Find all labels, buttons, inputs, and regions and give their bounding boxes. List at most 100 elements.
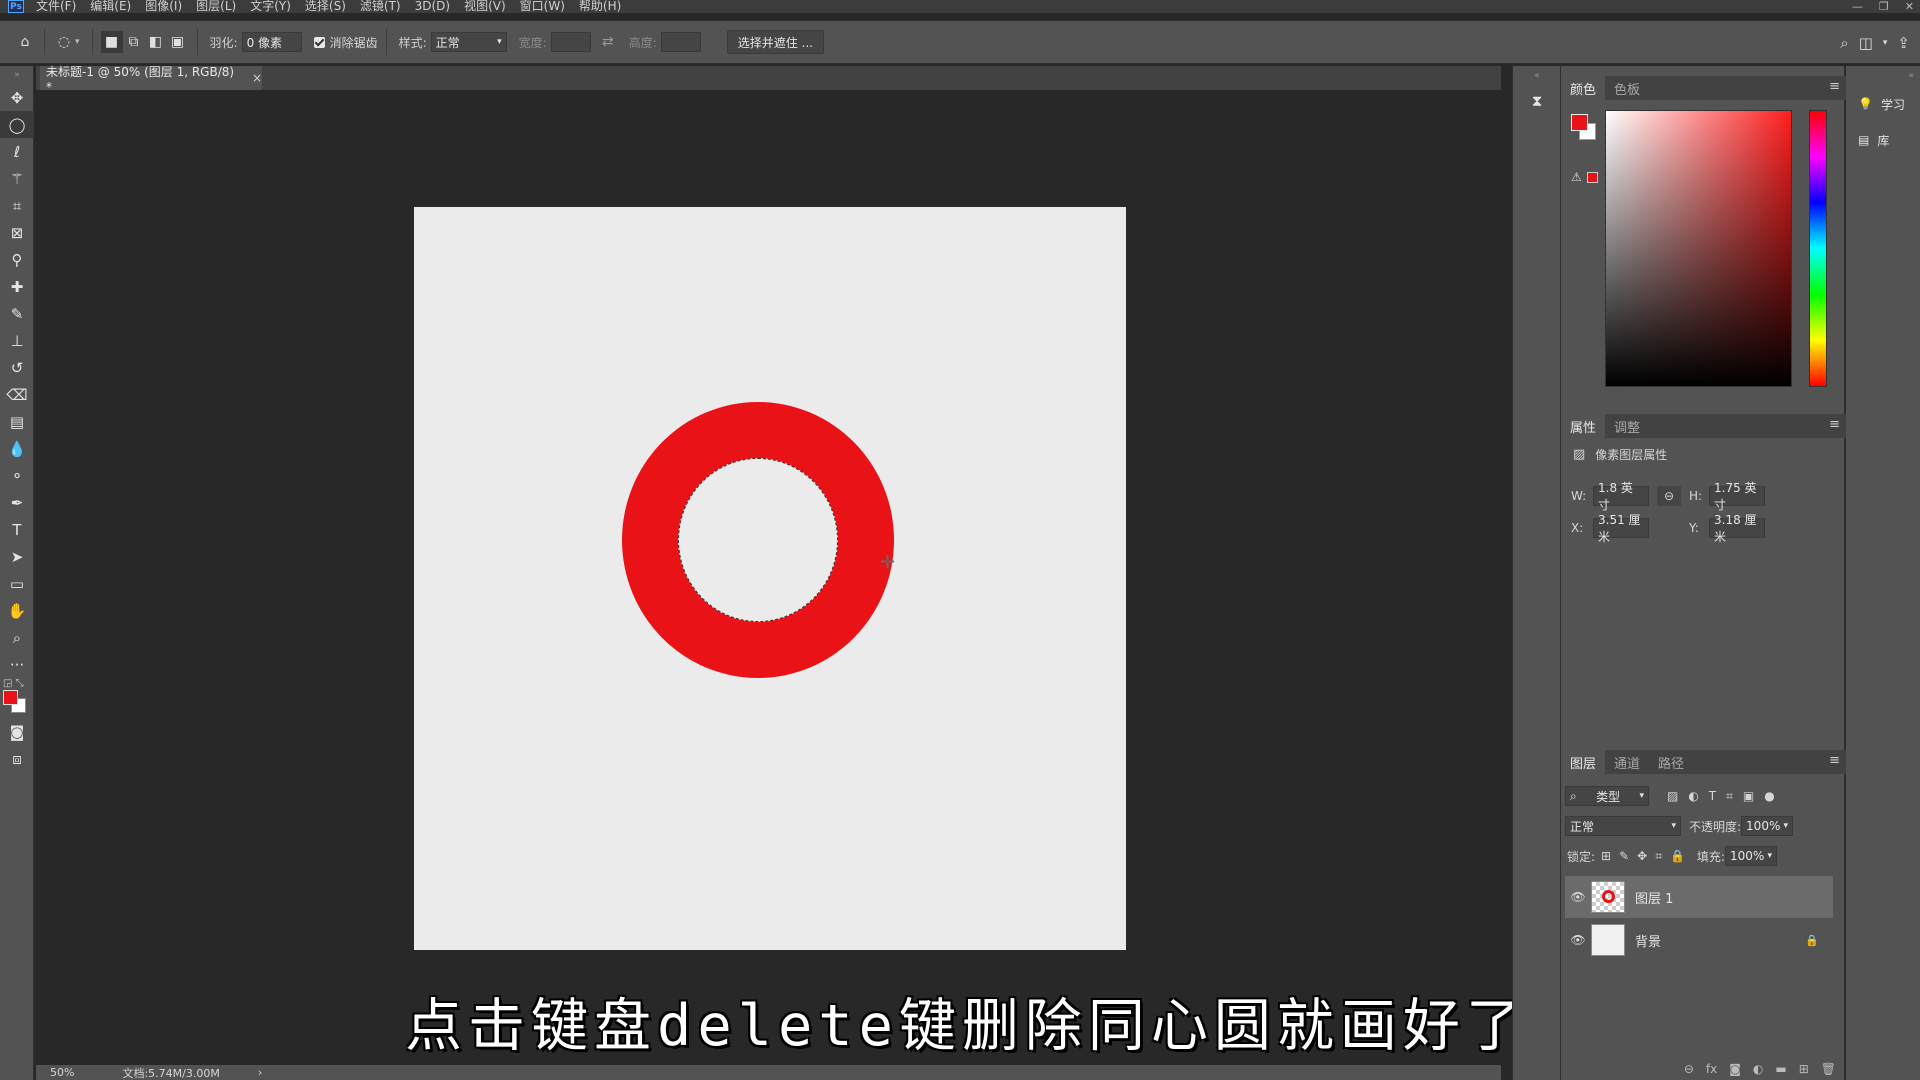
layer-name[interactable]: 背景 — [1635, 931, 1661, 950]
gradient-tool-icon[interactable]: ▤ — [0, 408, 34, 435]
add-mask-icon[interactable]: ◙ — [1729, 1062, 1741, 1076]
close-tab-icon[interactable]: × — [252, 71, 262, 85]
eraser-tool-icon[interactable]: ⌫ — [0, 381, 34, 408]
swap-width-height-icon[interactable]: ⇄ — [597, 31, 619, 53]
hand-tool-icon[interactable]: ✋ — [0, 597, 34, 624]
elliptical-marquee-preset-icon[interactable]: ◌ — [53, 31, 75, 53]
tab-layers[interactable]: 图层 — [1561, 750, 1606, 774]
select-and-mask-button[interactable]: 选择并遮住 ... — [726, 30, 824, 54]
magic-wand-tool-icon[interactable]: ⚚ — [0, 165, 34, 192]
panel-menu-icon[interactable]: ≡ — [1829, 417, 1840, 432]
menu-file[interactable]: 文件(F) — [36, 0, 76, 13]
expand-panels-icon[interactable]: « — [1513, 66, 1561, 86]
menu-type[interactable]: 文字(Y) — [250, 0, 291, 13]
adjustment-layer-icon[interactable]: ◐ — [1753, 1062, 1763, 1076]
healing-brush-tool-icon[interactable]: ✚ — [0, 273, 34, 300]
move-tool-icon[interactable]: ✥ — [0, 84, 34, 111]
chevron-down-icon[interactable]: ▾ — [1883, 38, 1888, 48]
brush-tool-icon[interactable]: ✎ — [0, 300, 34, 327]
link-icon[interactable]: ⊖ — [1657, 486, 1681, 506]
menu-filter[interactable]: 滤镜(T) — [360, 0, 401, 13]
intersect-selection-icon[interactable]: ▣ — [167, 31, 189, 53]
menu-view[interactable]: 视图(V) — [464, 0, 506, 13]
y-field[interactable]: 3.18 厘米 — [1709, 513, 1765, 544]
screen-mode-icon[interactable]: ⧈ — [0, 745, 34, 772]
feather-input[interactable]: 0 像素 — [241, 32, 302, 52]
collapse-toolbar-icon[interactable]: » — [0, 66, 34, 84]
tab-adjustments[interactable]: 调整 — [1605, 414, 1649, 438]
workspace-icon[interactable]: ◫ — [1859, 34, 1873, 52]
checkbox-checked-icon[interactable] — [313, 36, 325, 48]
history-brush-tool-icon[interactable]: ↺ — [0, 354, 34, 381]
hue-slider[interactable] — [1809, 110, 1827, 387]
visibility-eye-icon[interactable]: 👁 — [1565, 933, 1591, 947]
layer-row-background[interactable]: 👁 背景 🔒 — [1565, 919, 1833, 961]
chevron-down-icon[interactable]: ▾ — [75, 37, 80, 47]
menu-edit[interactable]: 编辑(E) — [90, 0, 131, 13]
color-picker-field[interactable] — [1605, 110, 1792, 387]
layer-filter-icons[interactable]: ▨◐T⌗▣● — [1667, 789, 1785, 804]
more-tools-icon[interactable]: ··· — [0, 651, 34, 678]
clone-stamp-tool-icon[interactable]: ⊥ — [0, 327, 34, 354]
layer-row-layer-1[interactable]: 👁 图层 1 — [1565, 876, 1833, 918]
add-selection-icon[interactable]: ⧉ — [123, 31, 145, 53]
panel-menu-icon[interactable]: ≡ — [1829, 79, 1840, 94]
menu-3d[interactable]: 3D(D) — [415, 0, 450, 13]
zoom-tool-icon[interactable]: ⌕ — [0, 624, 34, 651]
width-input[interactable] — [550, 32, 591, 52]
rectangle-tool-icon[interactable]: ▭ — [0, 570, 34, 597]
menu-image[interactable]: 图像(I) — [145, 0, 182, 13]
search-icon[interactable]: ⌕ — [1840, 34, 1848, 52]
antialias-checkbox[interactable]: 消除锯齿 — [313, 34, 378, 51]
home-icon[interactable]: ⌂ — [14, 31, 36, 53]
learn-button[interactable]: 💡 学习 — [1846, 86, 1920, 122]
zoom-level[interactable]: 50% — [50, 1066, 74, 1079]
layer-style-icon[interactable]: fx — [1706, 1062, 1717, 1076]
opacity-input[interactable]: 100% ▾ — [1741, 816, 1794, 836]
link-layers-icon[interactable]: ⊖ — [1684, 1062, 1694, 1076]
subtract-selection-icon[interactable]: ◧ — [145, 31, 167, 53]
document-tab[interactable]: 未标题-1 @ 50% (图层 1, RGB/8) * × — [40, 65, 262, 94]
menu-help[interactable]: 帮助(H) — [579, 0, 621, 13]
minimize-icon[interactable]: — — [1852, 0, 1863, 13]
width-field[interactable]: 1.8 英寸 — [1593, 481, 1649, 512]
close-window-icon[interactable]: ✕ — [1905, 0, 1914, 13]
document-canvas[interactable]: ✛ — [414, 207, 1126, 950]
layer-name[interactable]: 图层 1 — [1635, 888, 1673, 907]
share-icon[interactable]: ⇪ — [1897, 34, 1910, 52]
expand-icon[interactable]: « — [1846, 66, 1920, 86]
blur-tool-icon[interactable]: 💧 — [0, 435, 34, 462]
panel-foreground-swatch[interactable] — [1571, 114, 1588, 131]
path-selection-tool-icon[interactable]: ➤ — [0, 543, 34, 570]
new-layer-icon[interactable]: ⊞ — [1799, 1062, 1809, 1076]
restore-icon[interactable]: ❐ — [1879, 0, 1889, 13]
menu-layer[interactable]: 图层(L) — [196, 0, 236, 13]
swap-colors-icon[interactable]: ◲ ⤡ — [3, 678, 24, 689]
tab-color[interactable]: 颜色 — [1561, 76, 1606, 100]
status-menu-arrow-icon[interactable]: › — [258, 1066, 262, 1079]
foreground-background-colors[interactable]: ◲ ⤡ — [0, 678, 34, 718]
panel-menu-icon[interactable]: ≡ — [1829, 753, 1840, 768]
frame-tool-icon[interactable]: ⊠ — [0, 219, 34, 246]
tab-swatches[interactable]: 色板 — [1605, 76, 1649, 100]
type-tool-icon[interactable]: T — [0, 516, 34, 543]
layer-kind-filter[interactable]: ⌕ 类型 ▾ — [1565, 786, 1649, 806]
lock-options-icons[interactable]: ⊞✎✥⌗🔒 — [1601, 849, 1693, 864]
canvas-area[interactable]: ✛ — [36, 90, 1501, 1065]
libraries-button[interactable]: ▤ 库 — [1846, 122, 1920, 158]
elliptical-marquee-tool-icon[interactable]: ◯ — [0, 111, 34, 138]
menu-select[interactable]: 选择(S) — [305, 0, 346, 13]
new-selection-icon[interactable]: ■ — [100, 31, 123, 53]
x-field[interactable]: 3.51 厘米 — [1593, 513, 1649, 544]
delete-layer-icon[interactable]: 🗑 — [1821, 1062, 1836, 1076]
foreground-color-swatch[interactable] — [3, 690, 18, 705]
fill-input[interactable]: 100% ▾ — [1724, 846, 1777, 866]
blend-mode-select[interactable]: 正常 ▾ — [1565, 816, 1681, 836]
height-input[interactable] — [660, 32, 701, 52]
history-panel-icon[interactable]: ⧗ — [1513, 86, 1561, 116]
gamut-warning-icon[interactable]: ⚠ — [1571, 170, 1582, 184]
dodge-tool-icon[interactable]: ⚬ — [0, 462, 34, 489]
tab-properties[interactable]: 属性 — [1561, 414, 1606, 438]
gamut-color-swatch[interactable] — [1587, 172, 1598, 183]
tab-channels[interactable]: 通道 — [1605, 750, 1649, 774]
